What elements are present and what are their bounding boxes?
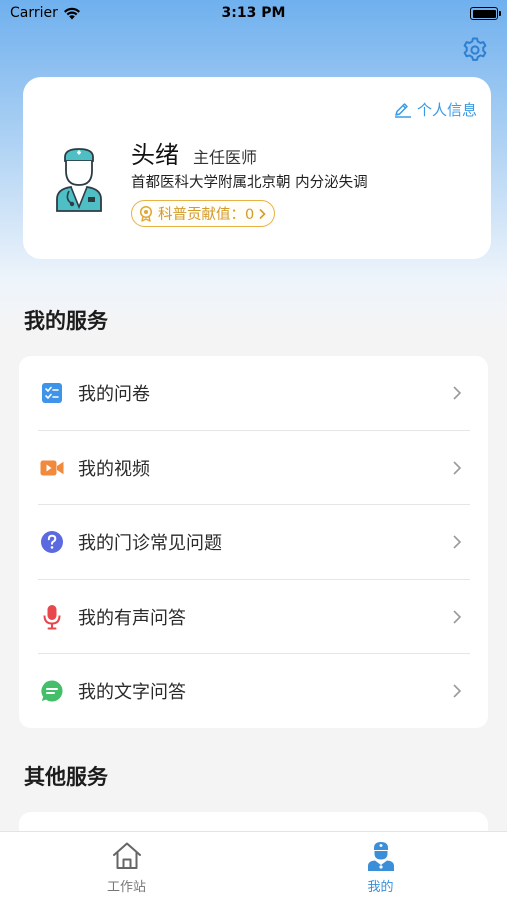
tab-bar: 工作站 我的 xyxy=(0,831,507,900)
doctor-name: 头绪 xyxy=(131,141,179,169)
contribution-badge[interactable]: 科普贡献值：0 xyxy=(131,200,276,227)
questionnaire-icon xyxy=(40,381,64,405)
other-services-title: 其他服务 xyxy=(24,765,108,789)
tab-label-mine: 我的 xyxy=(367,880,394,895)
service-label-audio-qa: 我的有声问答 xyxy=(78,607,186,629)
tab-label-workstation: 工作站 xyxy=(106,880,146,895)
video-icon xyxy=(40,456,64,480)
edit-icon xyxy=(394,102,411,118)
profile-card: 个人信息 头绪 主任医师 首都医科大学附属北京朝 内分泌失调 科普贡献值：0 xyxy=(23,77,491,259)
clock: 3:13 PM xyxy=(221,5,286,21)
tab-workstation[interactable]: 工作站 xyxy=(0,832,253,900)
my-services-title: 我的服务 xyxy=(24,309,108,333)
service-label-text-qa: 我的文字问答 xyxy=(78,682,186,704)
service-label-questionnaire: 我的问卷 xyxy=(78,384,150,406)
service-label-video: 我的视频 xyxy=(78,458,150,480)
edit-profile-label: 个人信息 xyxy=(416,101,477,119)
doctor-avatar xyxy=(56,148,102,212)
doctor-name-row: 头绪 主任医师 xyxy=(131,135,257,170)
tab-mine[interactable]: 我的 xyxy=(254,832,507,900)
status-bar: Carrier 3:13 PM xyxy=(0,0,507,28)
service-item-faq[interactable]: 我的门诊常见问题 xyxy=(19,505,488,580)
chevron-right-icon xyxy=(453,610,462,624)
edit-profile-link[interactable]: 个人信息 xyxy=(393,99,477,120)
doctor-hospital: 首都医科大学附属北京朝 内分泌失调 xyxy=(131,175,368,191)
doctor-title: 主任医师 xyxy=(193,148,258,167)
service-label-faq: 我的门诊常见问题 xyxy=(78,533,222,555)
my-services-list: 我的问卷 我的视频 我的门诊常见问题 我的有声问答 我的文字问答 xyxy=(19,356,488,728)
chevron-right-icon xyxy=(453,684,462,698)
chevron-right-icon xyxy=(259,208,266,219)
service-item-audio-qa[interactable]: 我的有声问答 xyxy=(19,580,488,654)
question-icon xyxy=(40,530,64,554)
chevron-right-icon xyxy=(453,461,462,475)
settings-button[interactable] xyxy=(461,36,489,64)
service-item-video[interactable]: 我的视频 xyxy=(19,431,488,505)
gear-icon xyxy=(463,37,487,61)
service-item-text-qa[interactable]: 我的文字问答 xyxy=(19,654,488,729)
doctor-icon xyxy=(367,842,394,871)
home-icon xyxy=(112,842,141,869)
service-item-questionnaire[interactable]: 我的问卷 xyxy=(19,356,488,431)
chevron-right-icon xyxy=(453,535,462,549)
microphone-icon xyxy=(40,604,64,630)
medal-icon xyxy=(139,205,153,222)
chat-icon xyxy=(40,679,64,703)
chevron-right-icon xyxy=(453,386,462,400)
contribution-value: 科普贡献值：0 xyxy=(158,207,255,223)
battery-icon xyxy=(470,7,501,20)
